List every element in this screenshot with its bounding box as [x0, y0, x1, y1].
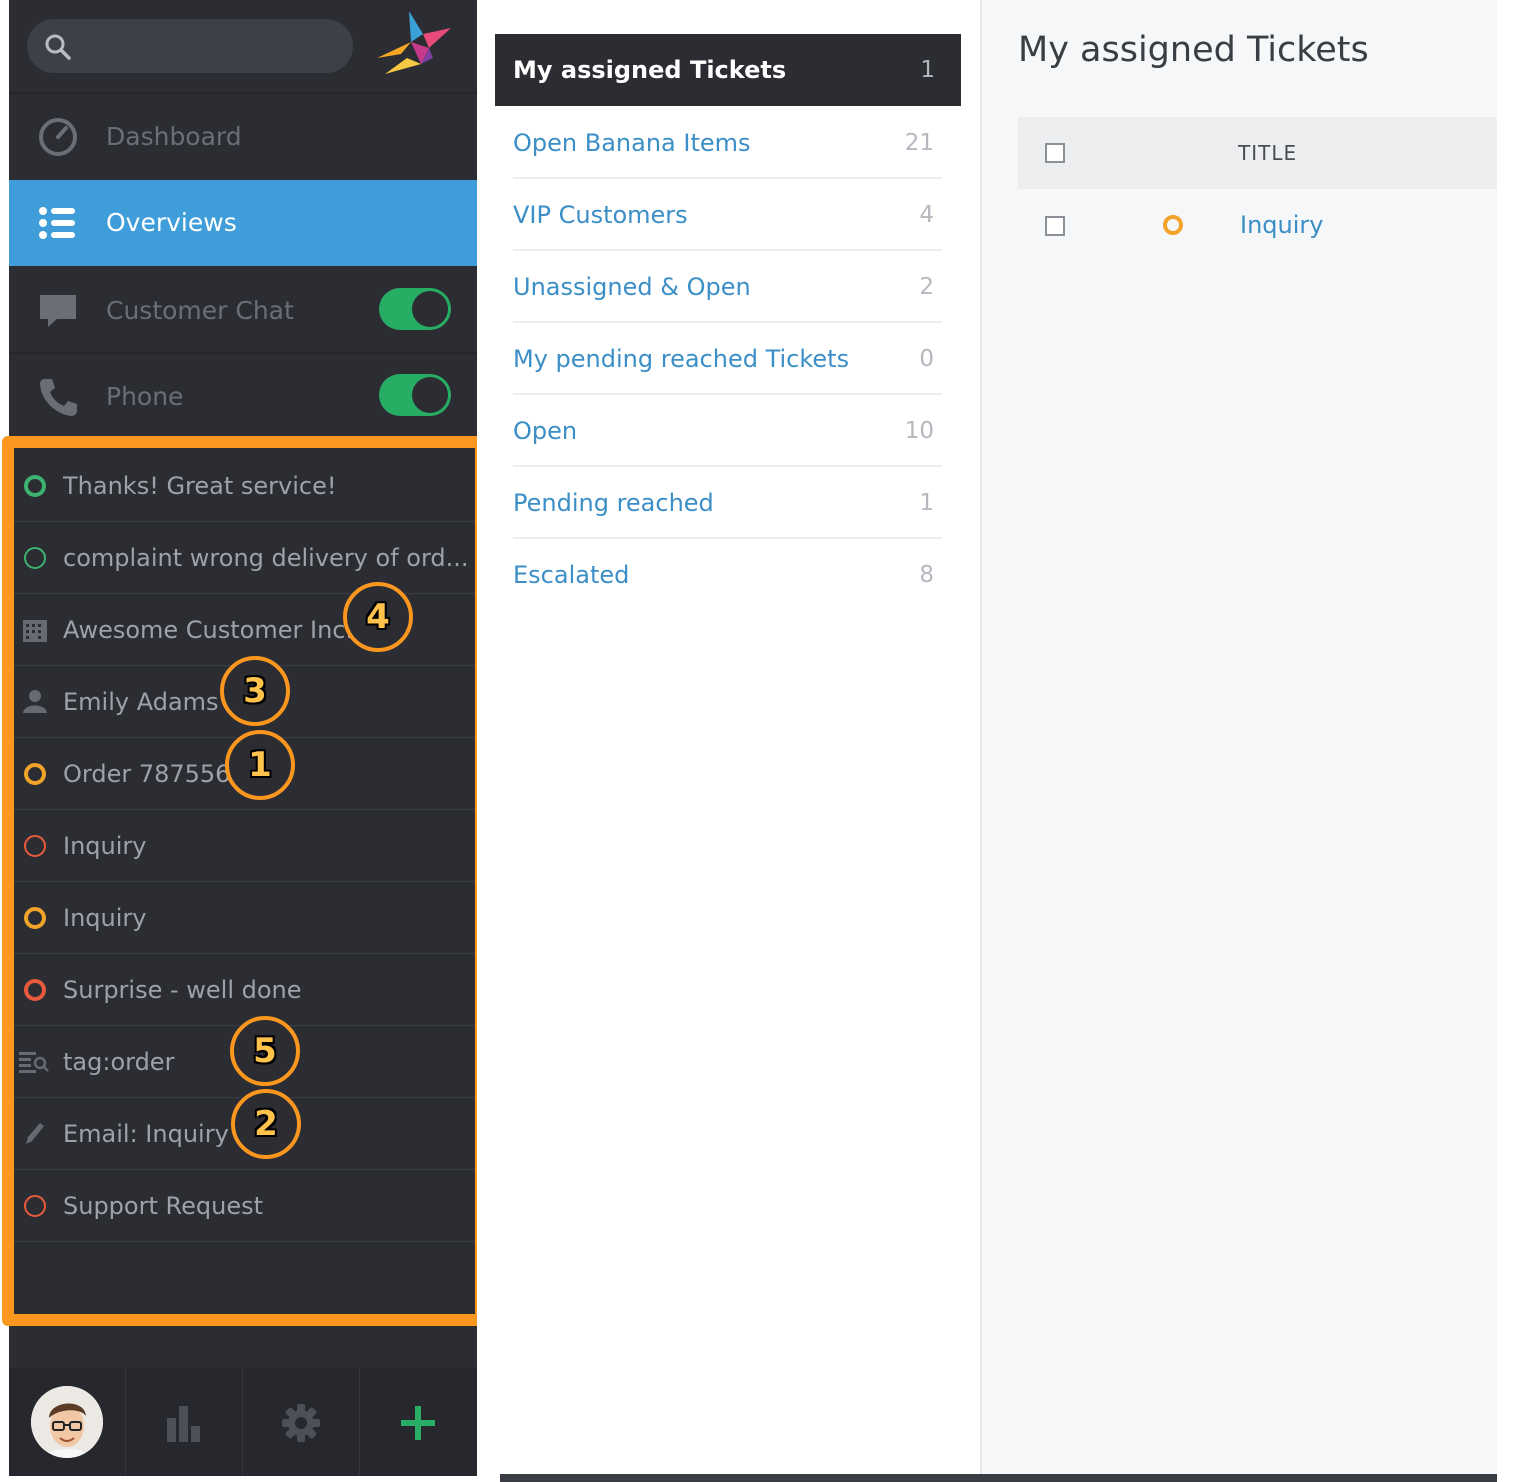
phone-icon: [40, 379, 77, 416]
table-row[interactable]: Inquiry: [1018, 189, 1499, 261]
app-logo[interactable]: [371, 6, 455, 80]
task-item[interactable]: complaint wrong delivery of ord...: [14, 522, 475, 594]
task-item[interactable]: Inquiry: [14, 882, 475, 954]
list-icon: [39, 207, 75, 239]
overview-count: 10: [904, 418, 934, 444]
pencil-icon: [26, 1123, 44, 1144]
status-ring-yellow-icon: [1163, 215, 1183, 235]
table-header: TITLE: [1018, 117, 1499, 189]
status-ring-green-icon: [24, 547, 46, 569]
overview-count: 21: [904, 130, 934, 156]
callout-2: 2: [231, 1089, 301, 1159]
chat-bubble-icon: [40, 295, 76, 327]
toggle-knob: [412, 291, 448, 327]
overview-count: 1: [920, 57, 935, 83]
main-panel: My assigned Tickets TITLE Inquiry: [980, 0, 1499, 1476]
status-ring-red-icon: [24, 1195, 46, 1217]
task-label: Awesome Customer Inc.: [63, 616, 354, 644]
overview-item[interactable]: Escalated 8: [513, 539, 942, 611]
overview-item[interactable]: VIP Customers 4: [513, 179, 942, 251]
overview-label: Pending reached: [513, 489, 714, 517]
dashboard-gauge-icon: [39, 118, 77, 156]
callout-4: 4: [343, 582, 413, 652]
overview-item[interactable]: My pending reached Tickets 0: [513, 323, 942, 395]
overview-label: My pending reached Tickets: [513, 345, 850, 373]
overview-label: My assigned Tickets: [513, 56, 787, 84]
bottom-bar: [9, 1368, 477, 1476]
task-item[interactable]: Inquiry: [14, 810, 475, 882]
task-item[interactable]: Support Request: [14, 1170, 475, 1242]
status-ring-red-icon: [24, 835, 46, 857]
column-header-title[interactable]: TITLE: [1238, 117, 1297, 189]
status-ring-yellow-icon: [24, 907, 46, 929]
task-label: Thanks! Great service!: [63, 472, 337, 500]
nav-dashboard[interactable]: Dashboard: [9, 94, 477, 180]
open-tasks-list: Thanks! Great service! complaint wrong d…: [2, 436, 487, 1326]
overview-label: VIP Customers: [513, 201, 688, 229]
stats-bars-icon: [167, 1406, 200, 1442]
task-label: Emily Adams: [63, 688, 219, 716]
overview-list: My assigned Tickets 1 Open Banana Items …: [477, 0, 980, 1476]
plus-icon: [401, 1406, 435, 1440]
task-label: tag:order: [63, 1048, 175, 1076]
status-ring-green-icon: [24, 475, 46, 497]
stats-button[interactable]: [126, 1368, 243, 1476]
overview-item[interactable]: Unassigned & Open 2: [513, 251, 942, 323]
user-avatar-image: [31, 1386, 103, 1458]
overview-item[interactable]: Open 10: [513, 395, 942, 467]
add-button[interactable]: [360, 1368, 477, 1476]
overview-label: Open: [513, 417, 578, 445]
task-item[interactable]: Surprise - well done: [14, 954, 475, 1026]
settings-button[interactable]: [243, 1368, 360, 1476]
overview-count: 0: [919, 346, 934, 372]
task-label: Email: Inquiry: [63, 1120, 229, 1148]
overview-label: Escalated: [513, 561, 630, 589]
task-item[interactable]: Thanks! Great service!: [14, 450, 475, 522]
search-list-icon: [19, 1052, 49, 1073]
overview-label: Open Banana Items: [513, 129, 751, 157]
task-label: Inquiry: [63, 904, 147, 932]
gear-icon: [282, 1404, 320, 1442]
overview-item[interactable]: Pending reached 1: [513, 467, 942, 539]
search-input[interactable]: [27, 19, 353, 73]
status-ring-yellow-icon: [24, 763, 46, 785]
nav-phone[interactable]: Phone: [9, 354, 477, 440]
building-icon: [23, 620, 47, 642]
nav-customer-chat-label: Customer Chat: [106, 296, 294, 325]
user-icon: [23, 690, 47, 713]
ticket-title-link[interactable]: Inquiry: [1240, 189, 1323, 261]
phone-toggle[interactable]: [379, 374, 451, 416]
callout-1: 1: [225, 730, 295, 800]
chat-toggle[interactable]: [379, 288, 451, 330]
avatar-cell[interactable]: [9, 1368, 126, 1476]
nav-customer-chat[interactable]: Customer Chat: [9, 268, 477, 354]
callout-5: 5: [230, 1016, 300, 1086]
row-checkbox[interactable]: [1045, 216, 1065, 236]
page-margin: [1497, 0, 1538, 1482]
page-title: My assigned Tickets: [1018, 30, 1369, 70]
overview-count: 8: [919, 562, 934, 588]
search-icon: [45, 34, 71, 60]
window-bottom-edge: [500, 1474, 1497, 1482]
nav-overviews[interactable]: Overviews: [9, 180, 477, 266]
overview-count: 2: [919, 274, 934, 300]
task-label: Support Request: [63, 1192, 263, 1220]
select-all-checkbox[interactable]: [1045, 143, 1065, 163]
callout-3: 3: [220, 656, 290, 726]
nav-dashboard-label: Dashboard: [106, 122, 242, 151]
overview-label: Unassigned & Open: [513, 273, 751, 301]
avatar[interactable]: [31, 1386, 103, 1458]
nav-overviews-label: Overviews: [106, 208, 237, 237]
overview-count: 1: [919, 490, 934, 516]
task-label: complaint wrong delivery of ord...: [63, 544, 469, 572]
overview-count: 4: [919, 202, 934, 228]
task-label: Order 787556: [63, 760, 231, 788]
overview-my-assigned-tickets[interactable]: My assigned Tickets 1: [495, 34, 961, 106]
overview-item[interactable]: Open Banana Items 21: [513, 107, 942, 179]
nav-phone-label: Phone: [106, 382, 184, 411]
task-label: Inquiry: [63, 832, 147, 860]
status-ring-red-icon: [24, 979, 46, 1001]
toggle-knob: [412, 377, 448, 413]
